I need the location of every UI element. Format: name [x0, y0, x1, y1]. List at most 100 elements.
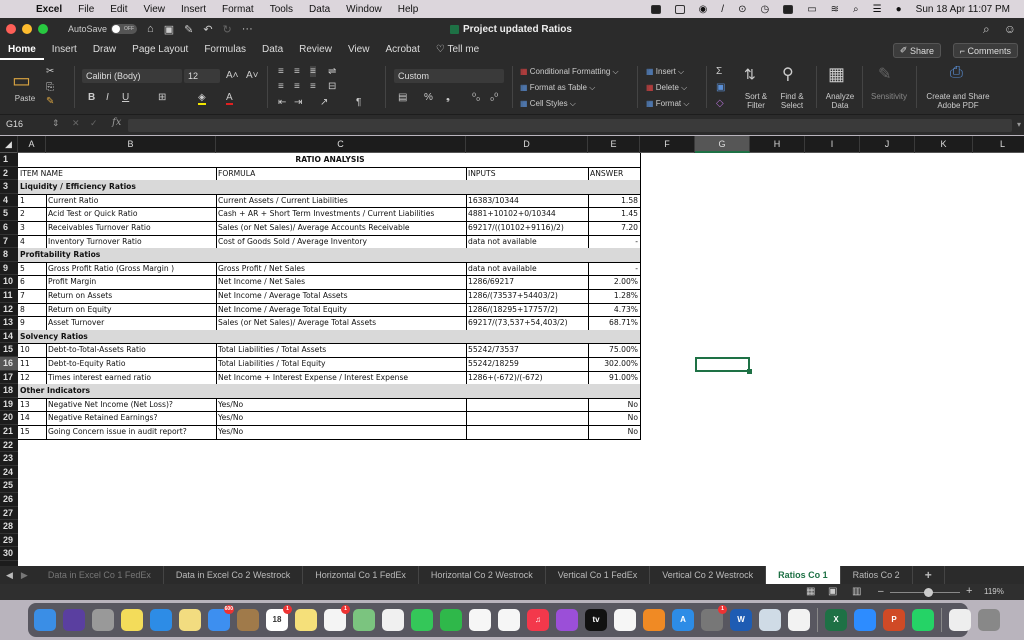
item-formula[interactable]: Sales (or Net Sales)/ Average Accounts R… — [216, 221, 466, 235]
clear-icon[interactable]: ◇ — [716, 98, 724, 109]
tab-formulas[interactable]: Formulas — [196, 40, 254, 60]
dock-podcasts-icon[interactable] — [556, 609, 578, 631]
row-header-15[interactable]: 15 — [0, 343, 18, 357]
dock-zoom-icon[interactable] — [854, 609, 876, 631]
header-formula[interactable]: FORMULA — [216, 167, 466, 181]
row-header-24[interactable]: 24 — [0, 466, 18, 480]
siri-icon[interactable]: ● — [896, 4, 902, 15]
item-name[interactable]: Gross Profit Ratio (Gross Margin ) — [46, 262, 216, 276]
item-number[interactable]: 13 — [18, 398, 46, 412]
column-header-j[interactable]: J — [860, 136, 915, 153]
row-header-20[interactable]: 20 — [0, 411, 18, 425]
item-answer[interactable]: No — [588, 411, 640, 425]
dock-stickies-icon[interactable] — [121, 609, 143, 631]
section-header[interactable]: Other Indicators — [18, 384, 216, 398]
menu-format[interactable]: Format — [222, 4, 254, 15]
column-header-i[interactable]: I — [805, 136, 860, 153]
item-formula[interactable]: Total Liabilities / Total Assets — [216, 343, 466, 357]
adobe-pdf-icon[interactable]: ⎙ — [950, 64, 963, 82]
dock-keynote-icon[interactable] — [614, 609, 636, 631]
time-machine-icon[interactable]: ◷ — [760, 4, 769, 15]
section-header[interactable]: Liquidity / Efficiency Ratios — [18, 180, 216, 194]
item-number[interactable]: 14 — [18, 411, 46, 425]
item-name[interactable]: Inventory Turnover Ratio — [46, 235, 216, 249]
spreadsheet-grid[interactable]: RATIO ANALYSIS ITEM NAME FORMULA INPUTS … — [18, 153, 1024, 566]
bold-button[interactable]: B — [88, 92, 95, 103]
item-name[interactable]: Profit Margin — [46, 275, 216, 289]
item-inputs[interactable] — [466, 411, 588, 425]
row-header-23[interactable]: 23 — [0, 452, 18, 466]
item-number[interactable]: 9 — [18, 316, 46, 330]
fill-color-icon[interactable]: ◈ — [198, 92, 206, 105]
row-header-5[interactable]: 5 — [0, 207, 18, 221]
item-formula[interactable]: Gross Profit / Net Sales — [216, 262, 466, 276]
dock-preview-icon[interactable] — [759, 609, 781, 631]
item-formula[interactable]: Cost of Goods Sold / Average Inventory — [216, 235, 466, 249]
sheet-tab-vertical-co1-fedex[interactable]: Vertical Co 1 FedEx — [546, 566, 651, 584]
dock-mail-icon[interactable]: 600 — [208, 605, 234, 631]
item-number[interactable]: 3 — [18, 221, 46, 235]
tell-me-search[interactable]: ♡ Tell me — [428, 40, 487, 60]
row-header-13[interactable]: 13 — [0, 316, 18, 330]
select-all-corner[interactable]: ◢ — [0, 136, 18, 153]
creative-cloud-icon[interactable]: ◉ — [699, 4, 708, 15]
row-header-21[interactable]: 21 — [0, 425, 18, 439]
row-header-14[interactable]: 14 — [0, 330, 18, 344]
play-icon[interactable]: ⊙ — [738, 4, 746, 15]
zoom-out-button[interactable]: – — [878, 586, 884, 597]
item-number[interactable]: 7 — [18, 289, 46, 303]
item-number[interactable]: 15 — [18, 425, 46, 439]
sheet-tab-horizontal-co2-westrock[interactable]: Horizontal Co 2 Westrock — [419, 566, 546, 584]
autosave-toggle[interactable]: OFF — [111, 24, 138, 34]
tab-data[interactable]: Data — [254, 40, 291, 60]
item-inputs[interactable]: 1286/(73537+54403/2) — [466, 289, 588, 303]
item-name[interactable]: Negative Net Income (Net Loss)? — [46, 398, 216, 412]
align-left-icon[interactable]: ≡ — [278, 81, 284, 92]
row-header-29[interactable]: 29 — [0, 534, 18, 548]
more-icon[interactable]: ··· — [242, 23, 253, 35]
column-header-b[interactable]: B — [46, 136, 216, 153]
row-header-30[interactable]: 30 — [0, 547, 18, 561]
item-inputs[interactable]: 55242/18259 — [466, 357, 588, 371]
tab-view[interactable]: View — [340, 40, 378, 60]
item-name[interactable]: Negative Retained Earnings? — [46, 411, 216, 425]
item-answer[interactable]: - — [588, 262, 640, 276]
item-number[interactable]: 10 — [18, 343, 46, 357]
item-name[interactable]: Times interest earned ratio — [46, 371, 216, 385]
row-header-9[interactable]: 9 — [0, 262, 18, 276]
delete-cells-button[interactable]: ▦ Delete ⌵ — [646, 83, 687, 93]
insert-function-icon[interactable]: fx — [112, 117, 121, 128]
text-direction-icon[interactable]: ¶ — [356, 97, 361, 108]
dock-finder-icon[interactable] — [34, 609, 56, 631]
sort-filter-button[interactable]: Sort & Filter — [738, 92, 774, 110]
next-sheet-icon[interactable]: ▶ — [19, 570, 36, 581]
dock-trash-icon[interactable] — [978, 609, 1000, 631]
item-answer[interactable]: 91.00% — [588, 371, 640, 385]
dock-reminders-icon[interactable]: 1 — [324, 605, 350, 631]
section-header[interactable]: Solvency Ratios — [18, 330, 216, 344]
row-header-16[interactable]: 16 — [0, 357, 18, 371]
tab-insert[interactable]: Insert — [44, 40, 85, 60]
item-answer[interactable]: 1.28% — [588, 289, 640, 303]
dock-whatsapp-icon[interactable] — [912, 609, 934, 631]
column-header-g[interactable]: G — [695, 136, 750, 153]
number-format-select[interactable]: Custom — [394, 69, 504, 83]
find-select-icon[interactable]: ⚲ — [782, 64, 794, 84]
underline-button[interactable]: U — [122, 92, 129, 103]
zoom-level[interactable]: 119% — [984, 587, 1004, 596]
sheet-tab-ratios-co1[interactable]: Ratios Co 1 — [766, 566, 841, 584]
search-icon[interactable]: ⌕ — [983, 22, 990, 37]
row-header-12[interactable]: 12 — [0, 303, 18, 317]
row-header-8[interactable]: 8 — [0, 248, 18, 262]
cell-styles-button[interactable]: ▦ Cell Styles ⌵ — [520, 99, 576, 109]
row-header-18[interactable]: 18 — [0, 384, 18, 398]
menu-insert[interactable]: Insert — [181, 4, 206, 15]
sheet-tab-data-co2-westrock[interactable]: Data in Excel Co 2 Westrock — [164, 566, 304, 584]
column-header-l[interactable]: L — [973, 136, 1024, 153]
dock-script-editor-icon[interactable] — [469, 609, 491, 631]
note-status-icon[interactable] — [674, 4, 685, 14]
page-layout-view-icon[interactable]: ▣ — [828, 586, 837, 597]
redo-icon[interactable]: ↻ — [223, 23, 232, 36]
expand-formula-bar-icon[interactable]: ▾ — [1017, 120, 1021, 129]
home-icon[interactable]: ⌂ — [147, 23, 154, 35]
